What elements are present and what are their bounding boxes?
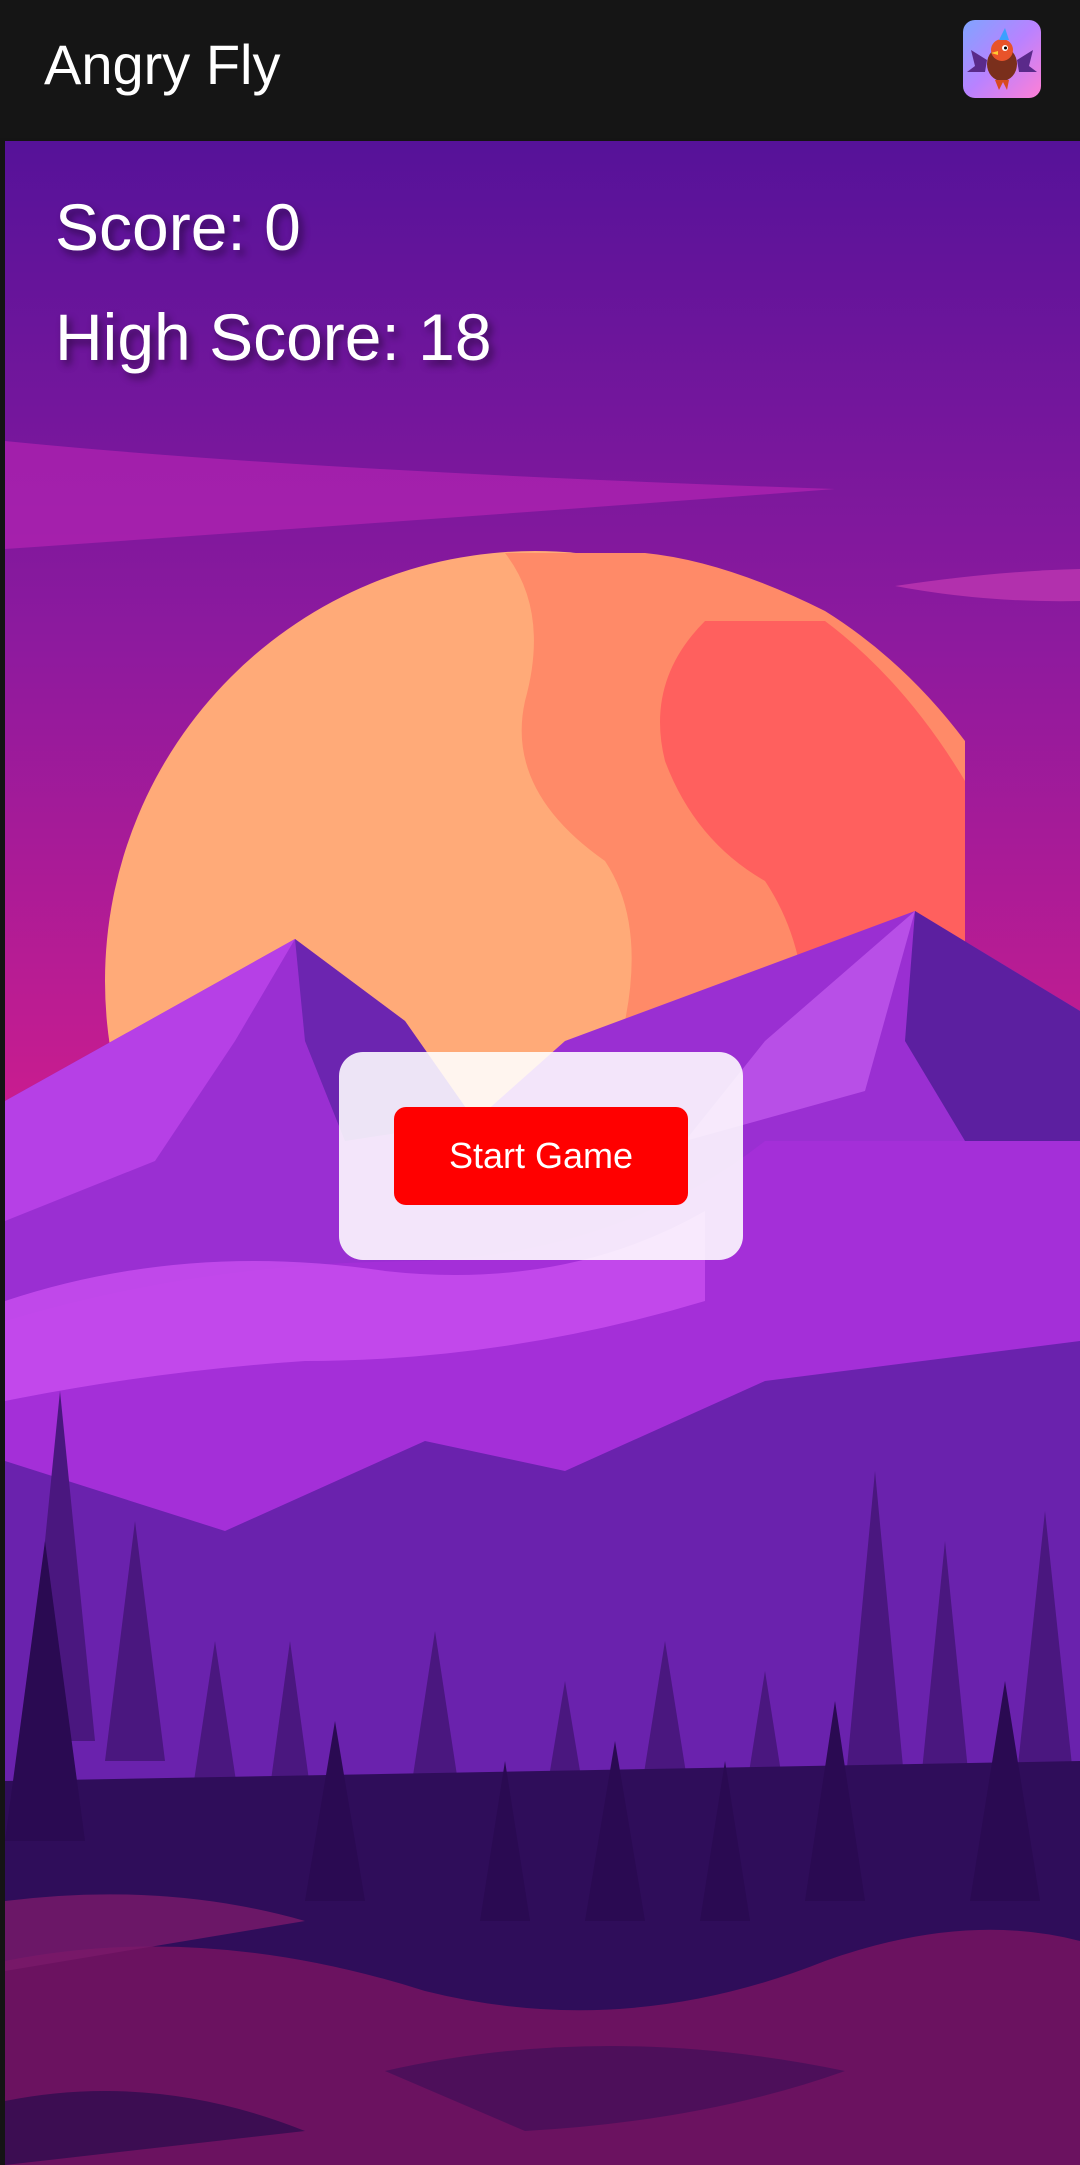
app-bar: Angry Fly <box>0 0 1080 138</box>
start-menu-panel: Start Game <box>339 1052 743 1260</box>
app-title: Angry Fly <box>44 33 281 96</box>
bird-icon[interactable] <box>963 20 1041 98</box>
start-game-button[interactable]: Start Game <box>394 1107 688 1205</box>
score-label: Score: 0 <box>55 190 301 264</box>
high-score-label: High Score: 18 <box>55 300 492 374</box>
game-canvas[interactable]: Score: 0 High Score: 18 Start Game <box>5 141 1080 2165</box>
